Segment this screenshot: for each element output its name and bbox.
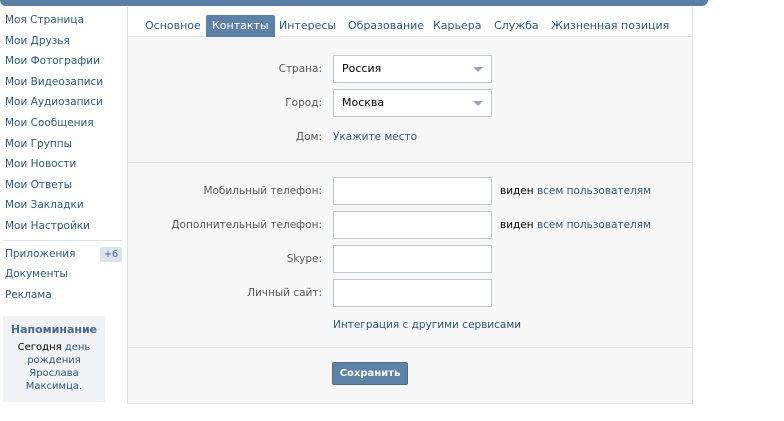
extra-phone-input[interactable] <box>333 211 492 239</box>
tab-contacts[interactable]: Контакты <box>206 15 275 37</box>
apps-count-badge[interactable]: +6 <box>99 246 122 262</box>
personal-site-input[interactable] <box>333 279 492 307</box>
city-value: Москва <box>342 96 385 109</box>
city-label: Город: <box>285 97 322 109</box>
section-divider <box>128 347 692 348</box>
nav-my-settings[interactable]: Мои Настройки <box>0 216 126 237</box>
city-select[interactable]: Москва <box>333 89 492 117</box>
country-label: Страна: <box>278 63 322 75</box>
section-divider <box>128 162 692 163</box>
save-button[interactable]: Сохранить <box>332 362 408 385</box>
extra-phone-visibility: виден всем пользователям <box>500 219 651 231</box>
tab-life-position[interactable]: Жизненная позиция <box>551 15 669 37</box>
nav-ads[interactable]: Реклама <box>0 285 126 306</box>
mobile-visibility-link[interactable]: всем пользователям <box>537 185 651 197</box>
tab-service[interactable]: Служба <box>494 15 539 37</box>
skype-input[interactable] <box>333 245 492 273</box>
skype-label: Skype: <box>286 253 322 265</box>
extra-phone-visibility-link[interactable]: всем пользователям <box>537 219 651 231</box>
country-select[interactable]: Россия <box>333 55 492 83</box>
nav-my-photos[interactable]: Мои Фотографии <box>0 51 126 72</box>
nav-my-friends[interactable]: Мои Друзья <box>0 31 126 52</box>
birthday-person-link[interactable]: Ярослава Максимца. <box>26 368 82 392</box>
edit-contacts-panel: Основное Контакты Интересы Образование К… <box>127 7 693 404</box>
reminder-box: Напоминание Сегодня день рождения Яросла… <box>3 316 105 402</box>
nav-my-groups[interactable]: Мои Группы <box>0 134 126 155</box>
top-header-bar <box>0 0 708 6</box>
extra-phone-visibility-prefix: виден <box>500 219 534 231</box>
mobile-visibility-prefix: виден <box>500 185 534 197</box>
extra-phone-label: Дополнительный телефон: <box>171 219 322 231</box>
nav-my-answers[interactable]: Мои Ответы <box>0 175 126 196</box>
left-menu: Моя Страница Мои Друзья Мои Фотографии М… <box>0 10 126 305</box>
tab-career[interactable]: Карьера <box>433 15 482 37</box>
reminder-prefix: Сегодня <box>17 342 62 353</box>
reminder-title: Напоминание <box>10 323 98 336</box>
tab-interests[interactable]: Интересы <box>279 15 336 37</box>
nav-my-videos[interactable]: Мои Видеозаписи <box>0 72 126 93</box>
nav-documents[interactable]: Документы <box>0 264 126 285</box>
personal-site-label: Личный сайт: <box>247 287 322 299</box>
nav-my-news[interactable]: Мои Новости <box>0 154 126 175</box>
profile-edit-tabs: Основное Контакты Интересы Образование К… <box>128 7 692 37</box>
nav-apps-row: Приложения +6 <box>0 244 126 265</box>
chevron-down-icon <box>473 101 483 106</box>
nav-my-bookmarks[interactable]: Мои Закладки <box>0 195 126 216</box>
menu-divider <box>3 239 122 241</box>
nav-my-messages[interactable]: Мои Сообщения <box>0 113 126 134</box>
integration-link[interactable]: Интеграция с другими сервисами <box>333 319 521 331</box>
nav-my-page[interactable]: Моя Страница <box>0 10 126 31</box>
chevron-down-icon <box>473 67 483 72</box>
mobile-phone-label: Мобильный телефон: <box>203 185 322 197</box>
mobile-visibility: виден всем пользователям <box>500 185 651 197</box>
reminder-text: Сегодня день рождения Ярослава Максимца. <box>3 341 105 393</box>
mobile-phone-input[interactable] <box>333 177 492 205</box>
home-label: Дом: <box>295 131 322 143</box>
tab-education[interactable]: Образование <box>348 15 424 37</box>
home-place-link[interactable]: Укажите место <box>333 131 417 143</box>
nav-my-audio[interactable]: Мои Аудиозаписи <box>0 92 126 113</box>
tab-basic[interactable]: Основное <box>145 15 201 37</box>
country-value: Россия <box>342 62 382 75</box>
